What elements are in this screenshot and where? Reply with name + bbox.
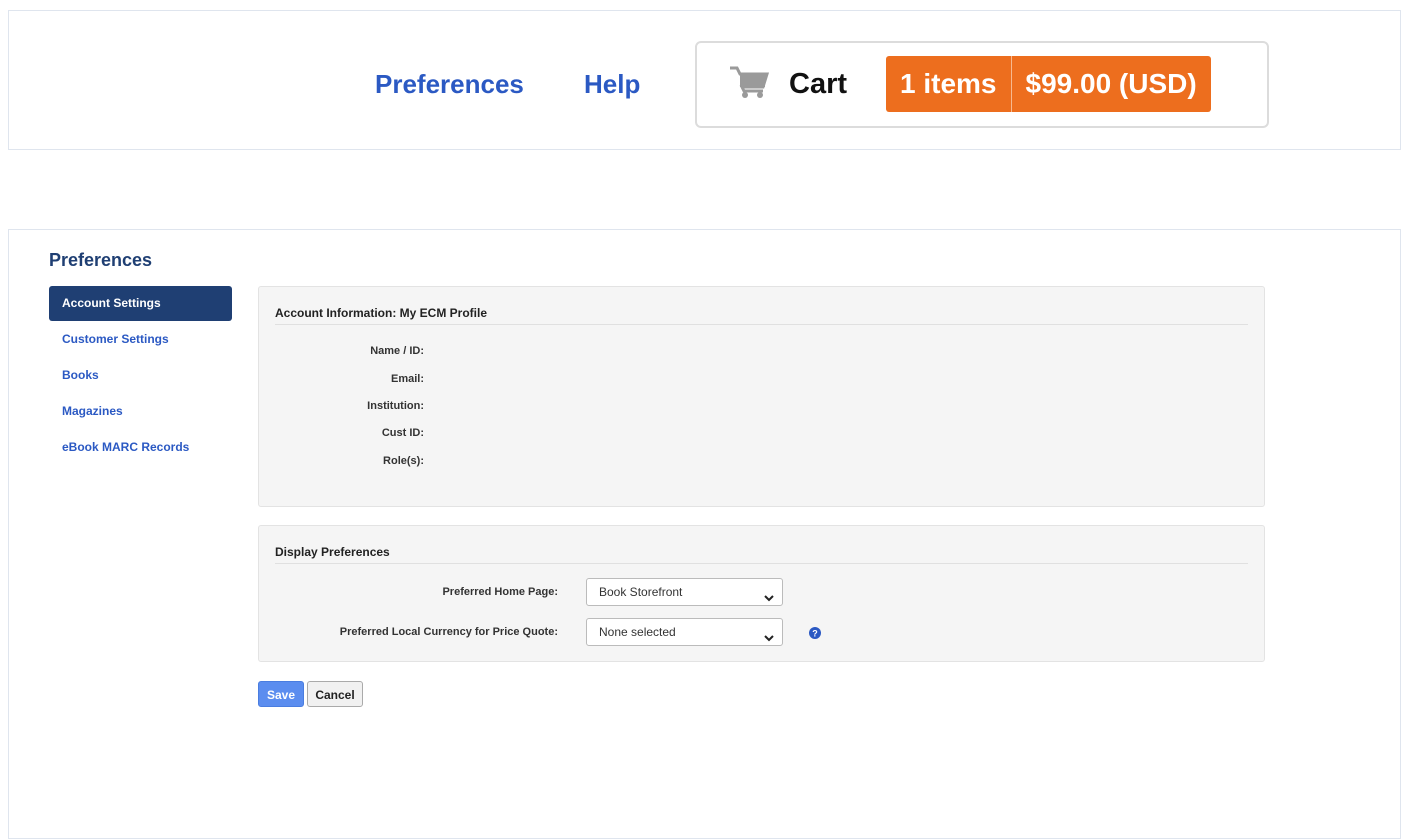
field-row-currency: Preferred Local Currency for Price Quote… [259, 618, 1264, 646]
home-page-label: Preferred Home Page: [442, 586, 558, 598]
chevron-down-icon [764, 629, 774, 647]
field-label-institution: Institution: [367, 400, 424, 412]
sidebar-item-books[interactable]: Books [49, 358, 232, 393]
account-information-heading: Account Information: My ECM Profile [275, 306, 1248, 325]
chevron-down-icon [764, 589, 774, 607]
sidebar-item-account-settings[interactable]: Account Settings [49, 286, 232, 321]
sidebar-item-magazines[interactable]: Magazines [49, 394, 232, 429]
page-title: Preferences [49, 250, 153, 270]
nav-help-link[interactable]: Help [584, 68, 640, 100]
cart-total-price: $99.00 (USD) [1025, 68, 1197, 99]
preferences-sidebar: Account Settings Customer Settings Books… [49, 286, 232, 466]
display-preferences-heading: Display Preferences [275, 545, 1248, 564]
nav-preferences-link[interactable]: Preferences [375, 68, 524, 100]
cart-icon[interactable] [729, 65, 770, 104]
question-circle-icon[interactable]: ? [809, 626, 821, 644]
sidebar-item-ebook-marc-records[interactable]: eBook MARC Records [49, 430, 232, 465]
display-preferences-panel: Display Preferences Preferred Home Page:… [258, 525, 1265, 662]
currency-selected-value: None selected [599, 625, 676, 639]
field-row-home-page: Preferred Home Page: Book Storefront [259, 578, 1264, 606]
field-label-roles: Role(s): [383, 455, 424, 467]
home-page-selected-value: Book Storefront [599, 585, 683, 599]
field-label-email: Email: [390, 373, 424, 385]
home-page-select[interactable]: Book Storefront [586, 578, 783, 606]
cart-label[interactable]: Cart [789, 67, 847, 101]
cart-item-count: 1 items [886, 56, 1012, 112]
currency-label: Preferred Local Currency for Price Quote… [339, 626, 558, 638]
svg-text:?: ? [812, 629, 818, 639]
account-information-panel: Account Information: My ECM Profile Name… [258, 286, 1265, 507]
sidebar-item-customer-settings[interactable]: Customer Settings [49, 322, 232, 357]
cart-badge[interactable]: 1 items $99.00 (USD) [886, 56, 1211, 112]
save-button[interactable]: Save [258, 681, 304, 707]
currency-select[interactable]: None selected [586, 618, 783, 646]
field-label-name: Name / ID: [370, 345, 424, 357]
cancel-button[interactable]: Cancel [307, 681, 363, 707]
field-label-cust-id: Cust ID: [381, 427, 424, 439]
